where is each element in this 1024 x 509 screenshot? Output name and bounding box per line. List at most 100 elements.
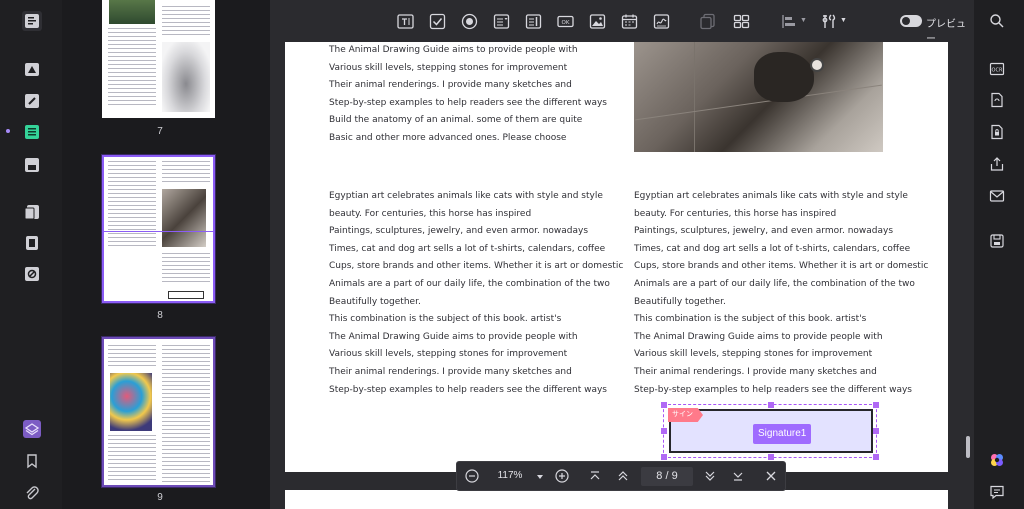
first-page-button[interactable] [587,468,603,484]
resize-handle[interactable] [768,454,774,460]
stamp-button[interactable] [22,59,42,79]
email-button[interactable] [988,187,1006,205]
edit-icon [25,94,39,108]
caret-down-icon [537,475,543,479]
text-line: Times, cat and dog art sells a lot of t-… [634,243,911,254]
form-tools-button[interactable] [820,12,838,30]
text-line: Beautifully together. [329,296,421,307]
save-icon [990,234,1004,248]
form-icon [25,125,39,139]
thumbnail-text [162,253,210,285]
zoom-in-button[interactable] [554,468,570,484]
tools-dropdown-icon[interactable]: ▼ [840,17,847,24]
page-indicator[interactable]: 8 / 9 [641,467,693,486]
bookmark-button[interactable] [22,451,42,471]
pages-button[interactable] [22,233,42,253]
tile-fields-button[interactable] [732,12,750,30]
zoom-level[interactable]: 117% [489,470,531,481]
form-toolbar: OK ▼ ▼ プレビュー [270,0,974,45]
search-button[interactable] [988,12,1006,30]
resize-handle[interactable] [661,428,667,434]
grid-icon [733,14,749,28]
duplicate-field-button[interactable] [698,12,716,30]
dropdown-icon [493,13,509,29]
mail-icon [989,190,1005,202]
share-button[interactable] [988,155,1006,173]
horse-sketch-image [162,189,206,247]
close-icon [766,471,776,481]
preview-toggle[interactable] [900,15,922,27]
align-fields-button[interactable] [780,12,798,30]
text-line: Step-by-step examples to help readers se… [329,97,607,108]
chevron-down-icon [705,471,715,481]
protect-button[interactable] [22,264,42,284]
resize-handle[interactable] [661,454,667,460]
checkbox-icon [429,13,445,29]
reader-mode-button[interactable] [22,11,42,31]
sign-tag: サイン [668,408,703,422]
signature-field-selection[interactable]: Signature1 サイン [661,402,879,460]
align-dropdown-icon[interactable]: ▼ [800,17,807,24]
convert-button[interactable] [22,202,42,222]
text-line: Various skill levels, stepping stones fo… [329,62,568,73]
form-button[interactable] [22,122,42,142]
protect-icon [25,267,39,281]
ai-assistant-button[interactable] [988,451,1006,469]
text-line: Cups, store brands and other items. Whet… [329,261,624,272]
next-page-button[interactable] [702,468,718,484]
organize-button[interactable] [22,155,42,175]
previous-page-button[interactable] [615,468,631,484]
image-field-button[interactable] [588,12,606,30]
thumbnail-page-7[interactable] [102,0,215,118]
checkbox-button[interactable] [428,12,446,30]
zoom-dropdown-button[interactable] [532,469,548,485]
right-column-text: Egyptian art celebrates animals like cat… [634,188,928,399]
last-page-button[interactable] [730,468,746,484]
comments-button[interactable] [988,483,1006,501]
resize-handle[interactable] [661,402,667,408]
paperclip-icon [26,486,39,500]
close-bar-button[interactable] [763,468,779,484]
convert-pdf-button[interactable] [988,91,1006,109]
text-line: Various skill levels, stepping stones fo… [634,349,873,360]
share-icon [990,157,1004,171]
signature-field-button[interactable] [652,12,670,30]
first-page-icon [590,471,600,480]
resize-handle[interactable] [768,402,774,408]
ocr-button[interactable]: OCR [988,60,1006,78]
rabbit-sketch-image [162,42,210,112]
thumbnail-text [162,6,210,38]
push-button-tool[interactable]: OK [556,12,574,30]
align-icon [781,14,795,28]
vertical-scrollbar-thumb[interactable] [966,436,970,458]
radio-button-tool[interactable] [460,12,478,30]
resize-handle[interactable] [873,454,879,460]
layers-button[interactable] [22,419,42,439]
zoom-out-button[interactable] [464,468,480,484]
zoom-page-navigation-bar: 117% 8 / 9 [456,461,786,491]
text-field-button[interactable] [396,12,414,30]
current-page-input[interactable]: 8 [656,470,662,482]
date-field-button[interactable] [620,12,638,30]
thumbnail-text [108,28,156,108]
list-box-button[interactable] [524,12,542,30]
attachment-button[interactable] [22,483,42,503]
combo-box-button[interactable] [492,12,510,30]
chevron-up-icon [618,471,628,481]
thumbnail-page-8[interactable] [102,155,215,303]
thumbnail-text [108,435,156,483]
list-box-icon [525,13,541,29]
edit-pdf-button[interactable] [22,91,42,111]
save-button[interactable] [988,232,1006,250]
resize-handle[interactable] [873,402,879,408]
thumbnail-text [108,161,156,249]
thumbnail-text [162,345,210,485]
resize-handle[interactable] [873,428,879,434]
zoom-out-icon [465,469,479,483]
signature-field-icon [653,13,669,29]
protect-pdf-button[interactable] [988,123,1006,141]
text-line: beauty. For centuries, this horse has in… [634,208,837,219]
total-pages: 9 [671,470,678,482]
document-viewport[interactable]: The Animal Drawing Guide aims to provide… [270,42,974,509]
thumbnail-page-9[interactable] [102,337,215,487]
